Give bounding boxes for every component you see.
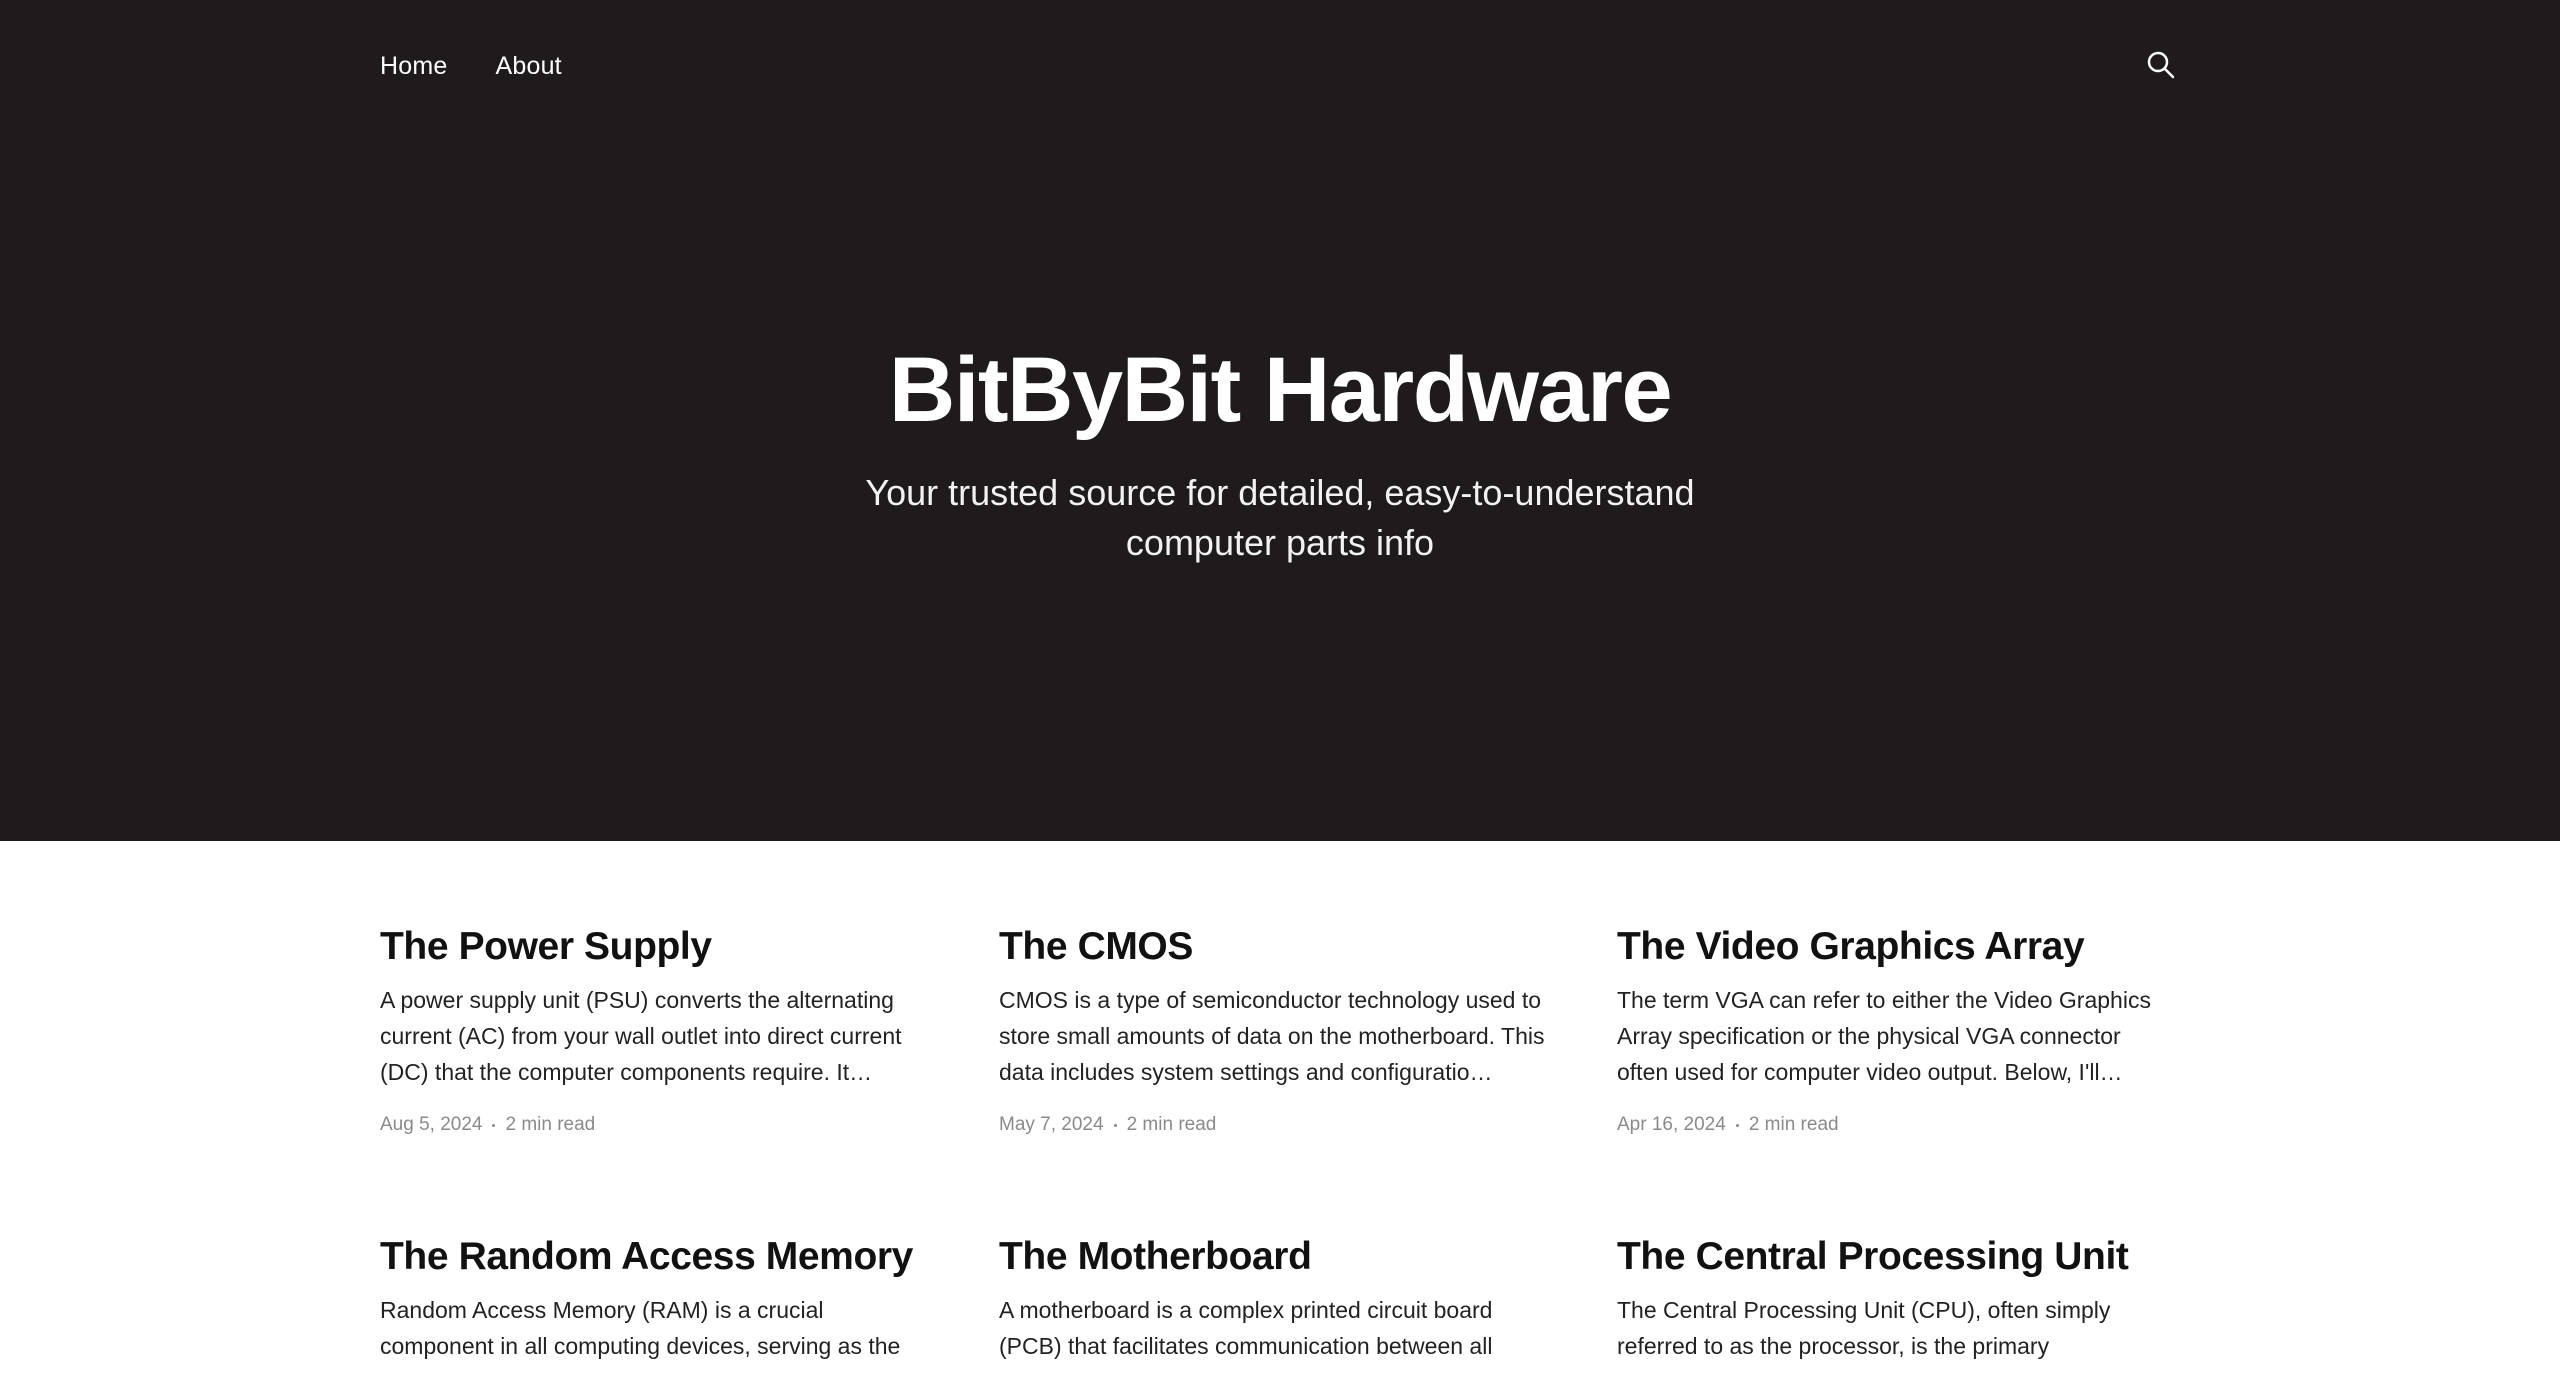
post-date: May 7, 2024	[999, 1114, 1104, 1135]
nav-link-about[interactable]: About	[496, 52, 562, 81]
site-header: Home About BitByBit Hardware Your truste…	[0, 0, 2560, 841]
main-nav: Home About	[380, 52, 562, 81]
post-date: Aug 5, 2024	[380, 1114, 483, 1135]
nav-link-home[interactable]: Home	[380, 52, 448, 81]
post-meta: May 7, 2024 2 min read	[999, 1114, 1559, 1136]
site-title: BitByBit Hardware	[888, 339, 1673, 441]
post-card[interactable]: The Motherboard A motherboard is a compl…	[999, 1232, 1559, 1400]
search-icon[interactable]	[2146, 50, 2176, 80]
meta-separator	[1735, 1123, 1739, 1127]
post-card[interactable]: The Video Graphics Array The term VGA ca…	[1617, 922, 2177, 1136]
post-title[interactable]: The Motherboard	[999, 1232, 1559, 1282]
post-title[interactable]: The Random Access Memory	[380, 1232, 940, 1282]
post-excerpt: A motherboard is a complex printed circu…	[999, 1297, 1493, 1359]
post-card[interactable]: The Central Processing Unit The Central …	[1617, 1232, 2177, 1400]
post-excerpt: CMOS is a type of semiconductor technolo…	[999, 987, 1545, 1085]
post-excerpt: The term VGA can refer to either the Vid…	[1617, 987, 2151, 1085]
post-date: Apr 16, 2024	[1617, 1114, 1726, 1135]
post-excerpt: A power supply unit (PSU) converts the a…	[380, 987, 902, 1085]
post-card[interactable]: The CMOS CMOS is a type of semiconductor…	[999, 922, 1559, 1136]
post-read-time: 2 min read	[1748, 1114, 1839, 1135]
meta-separator	[1113, 1123, 1117, 1127]
post-excerpt: Random Access Memory (RAM) is a crucial …	[380, 1297, 901, 1359]
post-card[interactable]: The Power Supply A power supply unit (PS…	[380, 922, 940, 1136]
post-title[interactable]: The Power Supply	[380, 922, 940, 972]
meta-separator	[492, 1123, 496, 1127]
post-card[interactable]: The Random Access Memory Random Access M…	[380, 1232, 940, 1400]
post-title[interactable]: The Video Graphics Array	[1617, 922, 2177, 972]
post-read-time: 2 min read	[1126, 1114, 1217, 1135]
post-title[interactable]: The Central Processing Unit	[1617, 1232, 2177, 1282]
site-description: Your trusted source for detailed, easy-t…	[865, 472, 1695, 563]
post-meta: Apr 16, 2024 2 min read	[1617, 1114, 2177, 1136]
post-title[interactable]: The CMOS	[999, 922, 1559, 972]
post-meta: Aug 5, 2024 2 min read	[380, 1114, 940, 1136]
post-read-time: 2 min read	[505, 1114, 596, 1135]
post-excerpt: The Central Processing Unit (CPU), often…	[1617, 1297, 2111, 1359]
